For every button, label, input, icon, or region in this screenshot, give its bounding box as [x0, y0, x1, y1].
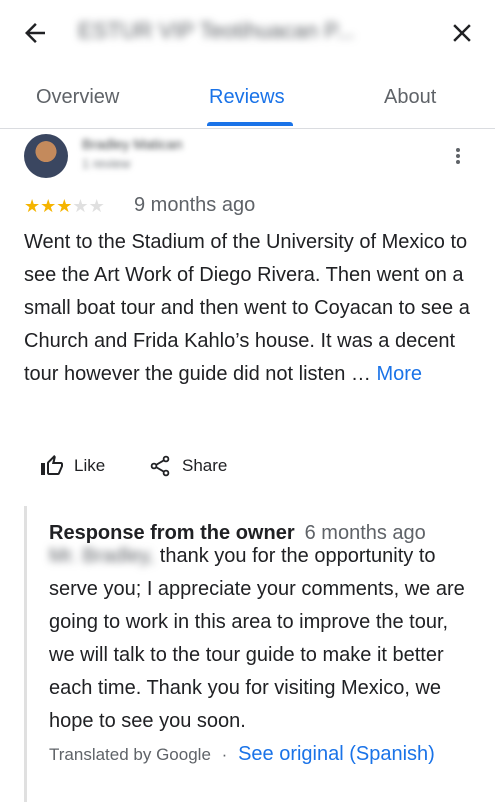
- close-button[interactable]: [447, 18, 477, 48]
- like-label: Like: [74, 456, 106, 475]
- star-filled-icon: ★: [40, 196, 57, 216]
- more-link[interactable]: More: [376, 363, 422, 385]
- share-label: Share: [182, 456, 228, 475]
- star-empty-icon: ★: [72, 196, 89, 216]
- avatar[interactable]: [24, 134, 68, 178]
- tab-reviews[interactable]: Reviews: [209, 86, 285, 109]
- tab-about[interactable]: About: [384, 86, 436, 109]
- place-title: ESTUR VIP Teotihuacan P...: [78, 18, 355, 43]
- active-tab-indicator: [207, 122, 293, 126]
- dot-separator: ·: [221, 745, 228, 764]
- review-body: Went to the Stadium of the University of…: [24, 231, 470, 385]
- star-empty-icon: ★: [88, 196, 105, 216]
- reviewer-review-count: 1 review: [82, 156, 131, 171]
- review-text: Went to the Stadium of the University of…: [24, 226, 474, 391]
- translation-note: Translated by Google · See original (Spa…: [49, 738, 469, 771]
- owner-response: Response from the owner 6 months ago Mr. …: [24, 506, 487, 802]
- tab-bar: Overview Reviews About: [0, 78, 495, 129]
- owner-greeting: Mr. Bradley,: [49, 545, 155, 567]
- arrow-left-icon: [25, 23, 45, 43]
- more-vert-icon: [456, 148, 460, 164]
- thumb-up-icon: [41, 455, 63, 475]
- share-icon: [150, 455, 170, 477]
- top-bar: ESTUR VIP Teotihuacan P...: [0, 0, 495, 64]
- see-original-link[interactable]: See original (Spanish): [238, 743, 435, 765]
- review-time: 9 months ago: [134, 194, 256, 216]
- back-button[interactable]: [20, 18, 50, 48]
- reviewer-name[interactable]: Bradley Matican: [82, 136, 182, 152]
- like-button[interactable]: Like: [40, 454, 105, 478]
- star-filled-icon: ★: [24, 196, 41, 216]
- owner-response-text: Mr. Bradley, thank you for the opportuni…: [49, 540, 479, 738]
- share-button[interactable]: Share: [148, 454, 227, 478]
- owner-response-body: thank you for the opportunity to serve y…: [49, 545, 465, 732]
- star-filled-icon: ★: [56, 196, 73, 216]
- star-rating: ★★★★★: [24, 196, 105, 217]
- translated-by: Translated by Google: [49, 745, 211, 764]
- more-options-button[interactable]: [446, 144, 470, 168]
- tab-overview[interactable]: Overview: [36, 86, 119, 109]
- close-icon: [453, 24, 471, 42]
